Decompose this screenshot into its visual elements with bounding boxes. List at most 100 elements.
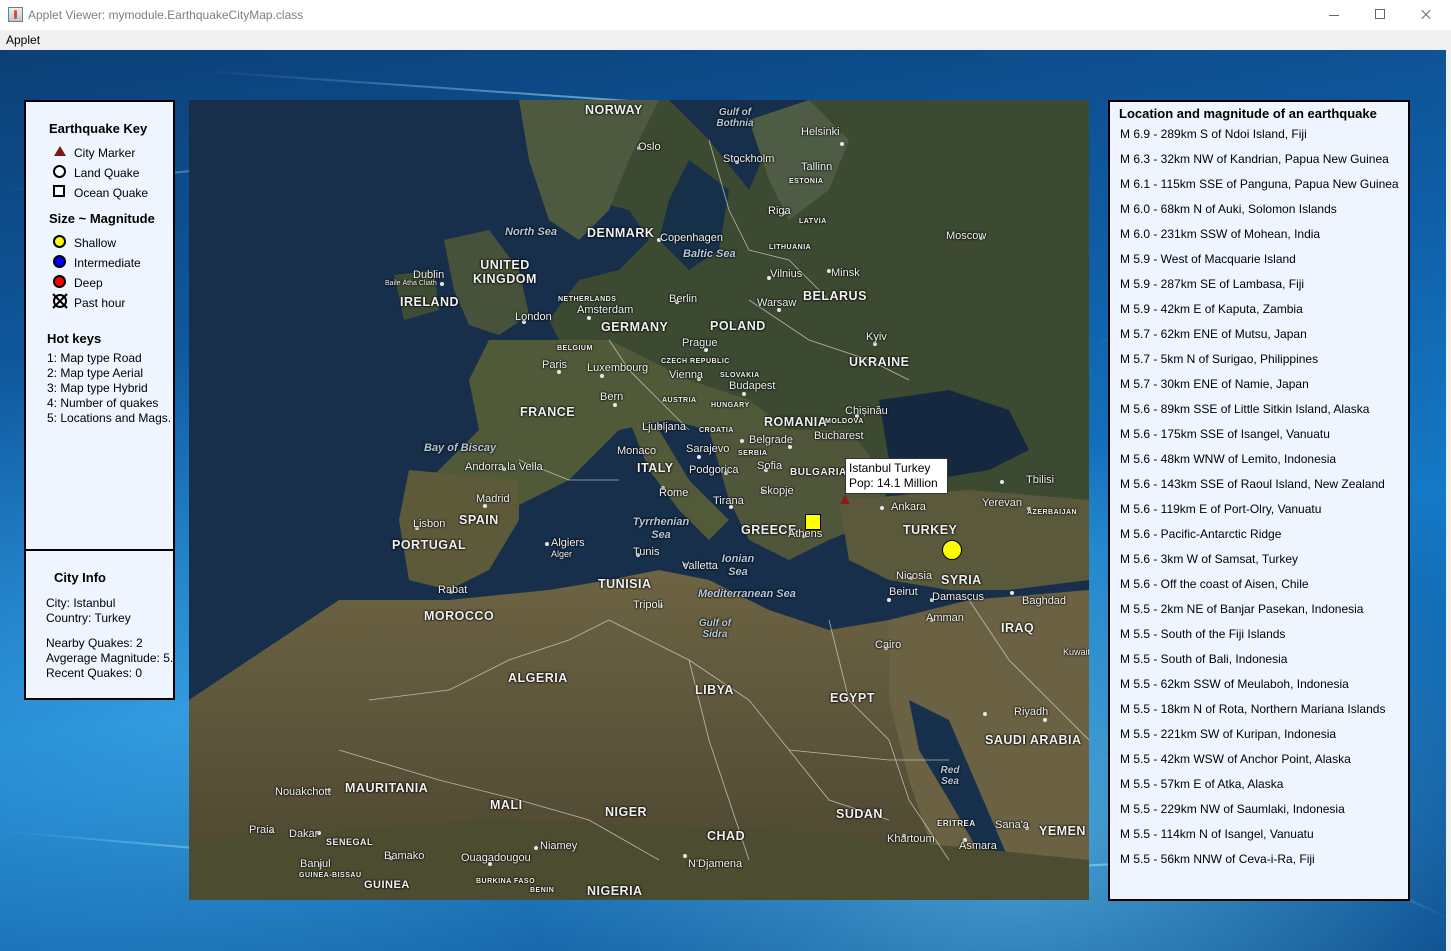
map-label-spain: SPAIN (459, 513, 499, 527)
window-title: Applet Viewer: mymodule.EarthquakeCityMa… (28, 8, 304, 22)
map-city-label: London (515, 311, 552, 323)
city-avg-magnitude: Avgerage Magnitude: 5.1 (46, 651, 173, 665)
map-label-belarus: BELARUS (803, 289, 867, 303)
map-city-label: Monaco (617, 445, 657, 457)
map-city-label: Ouagadougou (461, 852, 531, 864)
city-recent-quakes: Recent Quakes: 0 (46, 666, 143, 680)
ocean-quake-icon (53, 185, 65, 197)
hotkeys-title: Hot keys (47, 331, 102, 346)
quake-list-item: M 5.6 - Off the coast of Aisen, Chile (1120, 577, 1309, 591)
map-city-label: Tirana (713, 495, 744, 507)
quake-list-item: M 5.6 - 175km SSE of Isangel, Vanuatu (1120, 427, 1330, 441)
map-label-guinea: GUINEA (364, 879, 410, 891)
close-icon[interactable] (1403, 0, 1449, 30)
applet-canvas[interactable]: Earthquake Key City Marker Land Quake Oc… (0, 50, 1451, 951)
minimize-icon[interactable] (1311, 0, 1357, 30)
quake-list-item: M 6.0 - 68km N of Auki, Solomon Islands (1120, 202, 1337, 216)
map-label-croatia: CROATIA (699, 427, 734, 434)
map-label-denmark: DENMARK (587, 226, 655, 240)
quake-list-item: M 5.7 - 5km N of Surigao, Philippines (1120, 352, 1319, 366)
map-label-turkey: TURKEY (903, 523, 958, 537)
key-intermediate: Intermediate (74, 256, 141, 270)
map-city-label: Praia (249, 824, 275, 836)
menu-applet[interactable]: Applet (6, 33, 40, 47)
intermediate-icon (53, 255, 66, 268)
map-city-label: Beirut (889, 586, 918, 598)
city-marker-icon (54, 146, 66, 156)
map-city-label: Madrid (476, 493, 510, 505)
quake-list-item: M 5.9 - 42km E of Kaputa, Zambia (1120, 302, 1303, 316)
map-label-burkina-faso: BURKINA FASO (476, 878, 536, 885)
map-label-ionian-sea: Ionian Sea (721, 553, 755, 578)
key-land-quake: Land Quake (74, 166, 140, 180)
map-label-mauritania: MAURITANIA (345, 781, 429, 795)
map-city-label: Vilnius (770, 268, 803, 280)
quake-list-item: M 5.6 - 119km E of Port-Olry, Vanuatu (1120, 502, 1322, 516)
quake-list-title: Location and magnitude of an earthquake (1119, 106, 1377, 121)
map-label-gulf-of-sidra: Gulf of Sidra (698, 618, 732, 640)
map-label-azerbaijan: AZERBAIJAN (1027, 509, 1078, 516)
map-label-syria: SYRIA (941, 573, 982, 587)
map-city-label: Niamey (540, 840, 578, 852)
map-city-label: Warsaw (757, 297, 797, 309)
map-city-label: Bamako (384, 850, 425, 862)
map-city-label: Damascus (932, 591, 984, 603)
map-city-label: Yerevan (982, 497, 1022, 509)
map-city-label: Kuwait (1063, 647, 1089, 657)
hotkey-4: 4: Number of quakes (47, 396, 159, 410)
maximize-icon[interactable] (1357, 0, 1403, 30)
map-label-serbia: SERBIA (738, 450, 768, 457)
map-label-yemen: YEMEN (1039, 824, 1086, 838)
quake-list-item: M 6.1 - 115km SSE of Panguna, Papua New … (1120, 177, 1399, 191)
quake-list-item: M 5.7 - 30km ENE of Namie, Japan (1120, 377, 1309, 391)
map-label-bay-of-biscay: Bay of Biscay (424, 442, 497, 454)
quake-list-item: M 5.7 - 62km ENE of Mutsu, Japan (1120, 327, 1307, 341)
map-label-latvia: LATVIA (799, 218, 827, 225)
map-city-label: Tbilisi (1026, 474, 1055, 486)
map-label-france: FRANCE (520, 405, 576, 419)
map-label-ireland: IRELAND (400, 295, 460, 309)
map-city-label: Riga (768, 205, 791, 217)
land-quake-marker[interactable] (942, 540, 962, 560)
quake-list-item: M 6.3 - 32km NW of Kandrian, Papua New G… (1120, 152, 1389, 166)
quake-list-item: M 5.5 - South of the Fiji Islands (1120, 627, 1286, 641)
map-city-label: Podgorica (689, 464, 739, 476)
map-city-label: Minsk (831, 267, 860, 279)
city-marker-istanbul[interactable] (840, 495, 850, 504)
land-quake-icon (53, 165, 66, 178)
map-city-label: Nouakchott (275, 786, 331, 798)
map-city-label: Sarajevo (686, 443, 730, 455)
quake-list-item: M 5.6 - 89km SSE of Little Sitkin Island… (1120, 402, 1370, 416)
map-city-label: Oslo (638, 141, 661, 153)
map-city-label: Prague (682, 337, 718, 349)
deep-icon (53, 275, 66, 288)
map-city-label: Paris (542, 359, 568, 371)
map-label-moldova: MOLDOVA (825, 418, 864, 425)
map-city-label: Bucharest (814, 430, 864, 442)
map-city-label: Khartoum (887, 833, 935, 845)
city-name: City: Istanbul (46, 596, 116, 610)
map-label-algeria: ALGERIA (508, 671, 568, 685)
map-label-chad: CHAD (707, 829, 746, 843)
map-label-senegal: SENEGAL (326, 837, 374, 847)
map-city-label: Stockholm (723, 153, 775, 165)
key-deep: Deep (74, 276, 103, 290)
map-label-tunisia: TUNISIA (598, 577, 652, 591)
map-label-romania: ROMANIA (764, 415, 828, 429)
map-label-hungary: HUNGARY (711, 402, 750, 409)
hotkey-3: 3: Map type Hybrid (47, 381, 148, 395)
map-label-eritrea: ERITREA (937, 819, 976, 828)
key-shallow: Shallow (74, 236, 117, 250)
map-city-label: Helsinki (801, 126, 840, 138)
map-label-red-sea: Red Sea (940, 765, 960, 787)
map-city-label: Asmara (959, 840, 997, 852)
quake-list-item: M 5.5 - 229km NW of Saumlaki, Indonesia (1120, 802, 1345, 816)
quake-list-item: M 5.9 - 287km SE of Lambasa, Fiji (1120, 277, 1305, 291)
map-label-bulgaria: BULGARIA (790, 467, 847, 478)
map-city-label: Andorra la Vella (465, 461, 543, 473)
satellite-map[interactable]: NORWAY UNITED KINGDOM IRELAND DENMARK GE… (189, 100, 1089, 900)
map-city-label: Vienna (669, 369, 704, 381)
map-label-north-sea: North Sea (505, 226, 557, 238)
map-label-morocco: MOROCCO (424, 609, 495, 623)
ocean-quake-marker[interactable] (805, 514, 821, 530)
